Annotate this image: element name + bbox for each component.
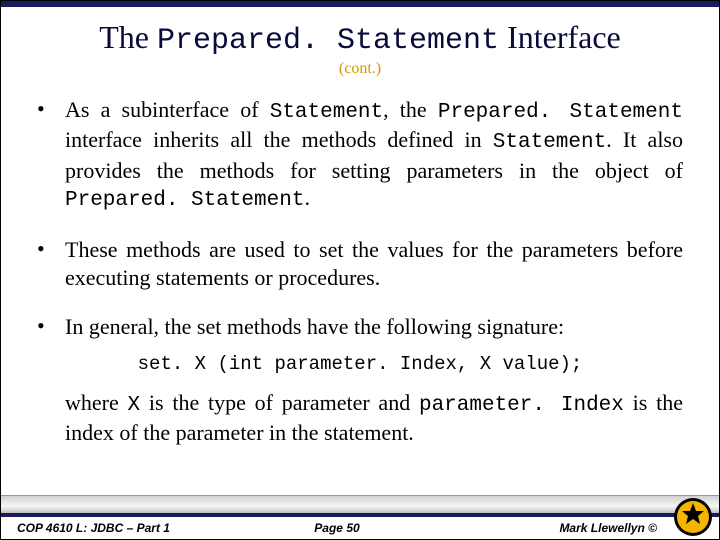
slide-body: • As a subinterface of Statement, the Pr… [1, 84, 719, 447]
b1-m3: Statement [493, 131, 606, 154]
bullet-marker: • [37, 313, 65, 341]
w-m1: X [128, 394, 141, 417]
title-block: The Prepared. Statement Interface (cont.… [1, 7, 719, 84]
title-part-1: The [99, 19, 157, 55]
title-mono: Prepared. Statement [157, 24, 499, 58]
b1-t2: , the [383, 97, 438, 122]
footer: COP 4610 L: JDBC – Part 1 Page 50 Mark L… [1, 495, 719, 539]
b1-t1: As a subinterface of [65, 97, 270, 122]
footer-author: Mark Llewellyn © [444, 521, 703, 535]
bullet-marker: • [37, 236, 65, 291]
b1-m1: Statement [270, 101, 383, 124]
slide: The Prepared. Statement Interface (cont.… [0, 0, 720, 540]
w-t1: where [65, 390, 128, 415]
slide-subtitle: (cont.) [21, 60, 699, 78]
footer-page: Page 50 [230, 521, 443, 535]
bullet-1-text: As a subinterface of Statement, the Prep… [65, 96, 683, 214]
bullet-3: • In general, the set methods have the f… [37, 313, 683, 341]
footer-gradient [1, 495, 719, 513]
footer-course: COP 4610 L: JDBC – Part 1 [17, 521, 230, 535]
b1-t5: . [304, 185, 310, 210]
footer-row: COP 4610 L: JDBC – Part 1 Page 50 Mark L… [1, 517, 719, 539]
signature-line: set. X (int parameter. Index, X value); [37, 353, 683, 375]
ucf-logo-icon [673, 497, 713, 537]
bullet-3-text: In general, the set methods have the fol… [65, 313, 683, 341]
bullet-2: • These methods are used to set the valu… [37, 236, 683, 291]
bullet-2-text: These methods are used to set the values… [65, 236, 683, 291]
w-m2: parameter. Index [419, 394, 624, 417]
bullet-1: • As a subinterface of Statement, the Pr… [37, 96, 683, 214]
b1-m4: Prepared. Statement [65, 189, 304, 212]
title-part-3: Interface [499, 19, 621, 55]
b1-t3: interface inherits all the methods defin… [65, 127, 493, 152]
w-t2: is the type of parameter and [140, 390, 419, 415]
slide-title: The Prepared. Statement Interface [21, 19, 699, 58]
bullet-marker: • [37, 96, 65, 214]
b1-m2: Prepared. Statement [438, 101, 683, 124]
where-text: where X is the type of parameter and par… [37, 389, 683, 447]
